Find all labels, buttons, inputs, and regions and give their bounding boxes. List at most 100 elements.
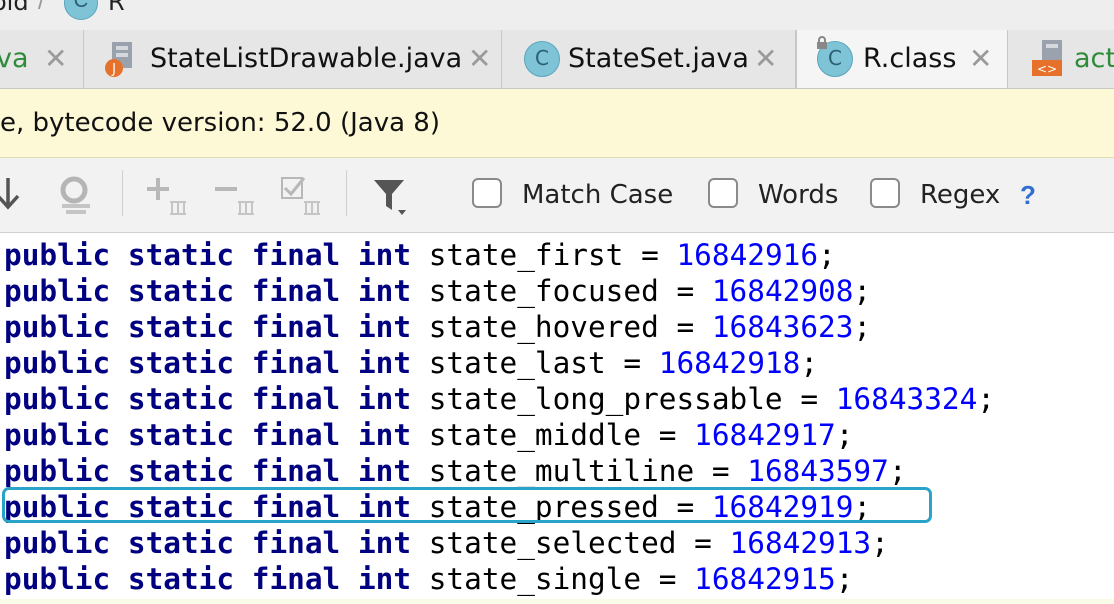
close-icon[interactable]: ✕ — [969, 42, 992, 75]
keyword: static — [127, 454, 235, 488]
breadcrumb-separator: / — [38, 0, 45, 15]
select-all-occurrences-icon[interactable] — [280, 176, 324, 216]
lock-icon — [817, 36, 827, 49]
field-value: 16843623 — [711, 310, 854, 344]
regex-label[interactable]: Regex — [920, 180, 1000, 210]
field-value: 16842913 — [729, 526, 872, 560]
keyword: final — [251, 346, 341, 380]
breadcrumb-current[interactable]: R — [108, 0, 125, 16]
field-name: state_selected — [428, 526, 677, 560]
keyword: int — [357, 526, 412, 560]
keyword: static — [127, 382, 235, 416]
keyword: public — [4, 454, 111, 488]
field-value: 16842917 — [694, 418, 836, 452]
keyword: static — [127, 562, 235, 596]
field-name: state_long_pressable — [428, 382, 783, 416]
tab-java-partial[interactable]: va ✕ — [0, 30, 84, 88]
field-name: state_multiline — [428, 454, 695, 488]
keyword: final — [251, 526, 341, 560]
code-line: public static final int state_long_press… — [4, 382, 995, 416]
keyword: static — [127, 346, 235, 380]
find-all-icon[interactable] — [56, 174, 98, 216]
find-toolbar: Match Case Words Regex ? — [0, 158, 1114, 233]
keyword: public — [4, 382, 111, 416]
arrow-down-icon[interactable] — [0, 176, 24, 212]
field-name: state_first — [428, 238, 624, 272]
keyword: int — [357, 274, 412, 308]
xml-file-icon: <> — [1032, 40, 1062, 76]
match-case-label[interactable]: Match Case — [522, 180, 673, 210]
field-value: 16842916 — [676, 238, 819, 272]
code-line: public static final int state_multiline … — [4, 454, 907, 488]
keyword: public — [4, 346, 111, 380]
keyword: public — [4, 562, 111, 596]
keyword: final — [251, 238, 341, 272]
keyword: int — [357, 562, 412, 596]
filter-icon[interactable] — [372, 178, 414, 218]
keyword: int — [357, 310, 412, 344]
breadcrumb-parent[interactable]: oid — [0, 0, 29, 16]
svg-text:<>: <> — [1037, 62, 1057, 76]
code-line: public static final int state_selected =… — [4, 526, 889, 560]
keyword: static — [127, 418, 235, 452]
keyword: public — [4, 310, 111, 344]
keyword: final — [251, 274, 341, 308]
keyword: static — [127, 526, 235, 560]
code-line: public static final int state_middle = 1… — [4, 418, 854, 452]
add-occurrence-icon[interactable] — [146, 176, 190, 216]
keyword: static — [127, 310, 235, 344]
toolbar-divider — [346, 170, 347, 216]
field-name: state_single — [428, 562, 642, 596]
keyword: final — [251, 562, 341, 596]
field-name: state_last — [428, 346, 606, 380]
field-value: 16843597 — [747, 454, 889, 488]
toolbar-divider — [122, 170, 123, 216]
code-line: public static final int state_focused = … — [4, 274, 872, 308]
editor-tab-bar: va ✕ J StateListDrawable.java ✕ C StateS… — [0, 30, 1114, 89]
keyword: final — [251, 418, 341, 452]
keyword: int — [357, 382, 412, 416]
svg-text:J: J — [111, 62, 116, 77]
code-line: public static final int state_hovered = … — [4, 310, 872, 344]
match-case-checkbox[interactable] — [472, 178, 502, 208]
keyword: public — [4, 418, 111, 452]
keyword: final — [251, 454, 341, 488]
regex-help-link[interactable]: ? — [1020, 180, 1036, 211]
keyword: public — [4, 526, 111, 560]
field-value: 16842915 — [694, 562, 836, 596]
code-line: public static final int state_last = 168… — [4, 346, 819, 380]
words-checkbox[interactable] — [708, 178, 738, 208]
breadcrumb: oid / C R — [0, 0, 1114, 30]
keyword: public — [4, 238, 111, 272]
keyword: static — [127, 274, 235, 308]
tab-statelistdrawable[interactable]: J StateListDrawable.java ✕ — [84, 30, 502, 88]
close-icon[interactable]: ✕ — [754, 42, 777, 75]
partial-code-line — [0, 599, 1114, 604]
keyword: int — [357, 418, 412, 452]
field-value: 16842918 — [658, 346, 801, 380]
keyword: final — [251, 310, 341, 344]
field-name: state_hovered — [428, 310, 659, 344]
code-line: public static final int state_first = 16… — [4, 238, 836, 272]
keyword: int — [357, 346, 412, 380]
close-icon[interactable]: ✕ — [468, 42, 491, 75]
decompiled-banner: e, bytecode version: 52.0 (Java 8) — [0, 89, 1114, 158]
code-editor[interactable]: public static final int state_first = 16… — [0, 233, 1114, 604]
remove-occurrence-icon[interactable] — [214, 176, 258, 216]
code-line: public static final int state_single = 1… — [4, 562, 854, 596]
tab-r-class[interactable]: C R.class ✕ — [796, 30, 1008, 88]
class-icon: C — [64, 0, 98, 20]
keyword: static — [127, 238, 235, 272]
keyword: int — [357, 454, 412, 488]
field-value: 16842908 — [711, 274, 854, 308]
highlight-annotation — [2, 487, 932, 523]
regex-checkbox[interactable] — [870, 178, 900, 208]
keyword: final — [251, 382, 341, 416]
class-icon: C — [524, 41, 560, 77]
words-label[interactable]: Words — [758, 180, 838, 210]
keyword: int — [357, 238, 412, 272]
tab-stateset[interactable]: C StateSet.java ✕ — [502, 30, 796, 88]
tab-activity-xml[interactable]: <> act — [1008, 30, 1114, 88]
close-icon[interactable]: ✕ — [44, 42, 67, 75]
java-class-icon: J — [105, 42, 132, 77]
